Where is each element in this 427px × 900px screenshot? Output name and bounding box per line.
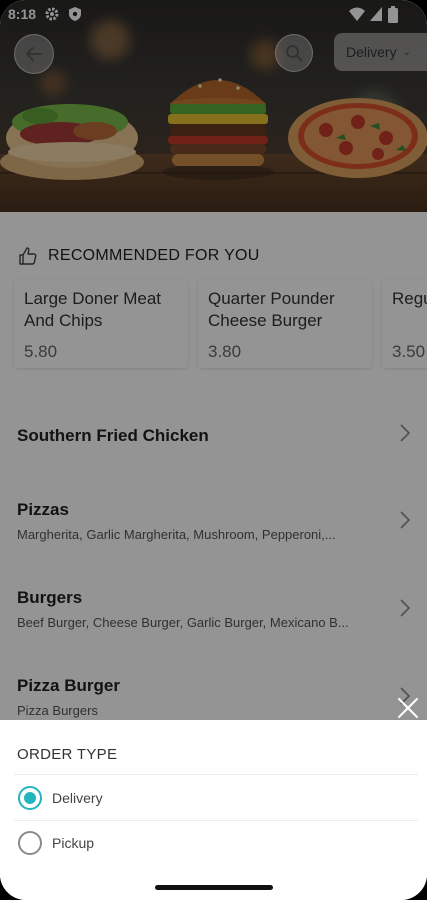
phone-screen: 8:18 Delivery ⌄ RECOMMENDED FOR YOU Larg… xyxy=(0,0,427,900)
order-type-sheet: ORDER TYPE Delivery Pickup xyxy=(0,720,427,876)
close-icon[interactable] xyxy=(396,696,420,720)
radio-unselected-icon[interactable] xyxy=(18,831,42,855)
navigation-bar xyxy=(0,876,427,900)
option-label: Pickup xyxy=(52,835,95,851)
pickup-option[interactable]: Pickup xyxy=(18,828,408,858)
sheet-title: ORDER TYPE xyxy=(17,746,118,763)
radio-selected-icon[interactable] xyxy=(18,786,42,810)
modal-backdrop[interactable] xyxy=(0,0,427,720)
divider xyxy=(14,820,418,821)
option-label: Delivery xyxy=(52,790,103,806)
home-indicator[interactable] xyxy=(155,885,273,890)
delivery-option[interactable]: Delivery xyxy=(18,783,408,813)
divider xyxy=(14,774,418,775)
